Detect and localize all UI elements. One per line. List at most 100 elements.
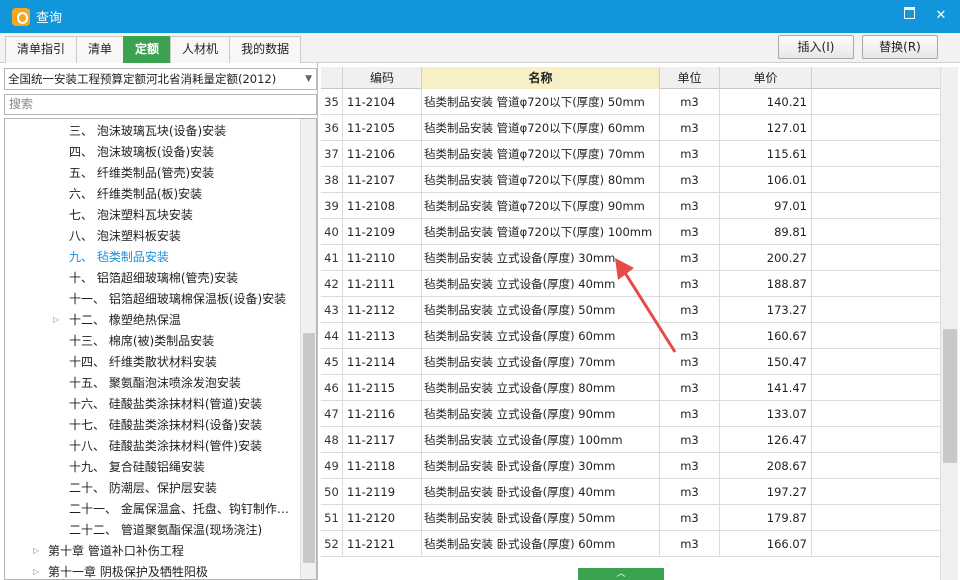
expand-arrow-icon[interactable]: ▷ <box>33 567 39 576</box>
num-cell: 37 <box>321 141 343 167</box>
table-row[interactable]: 41 11-2110 毡类制品安装 立式设备(厚度) 30mm m3 200.27 <box>321 245 940 271</box>
tree-item[interactable]: 十八、 硅酸盐类涂抹材料(管件)安装 <box>69 436 262 457</box>
table-row[interactable]: 46 11-2115 毡类制品安装 立式设备(厚度) 80mm m3 141.47 <box>321 375 940 401</box>
tree-scrollbar[interactable] <box>300 119 316 579</box>
tree-item[interactable]: 十六、 硅酸盐类涂抹材料(管道)安装 <box>69 394 262 415</box>
price-header[interactable]: 单价 <box>720 67 812 89</box>
table-scrollbar[interactable] <box>940 67 958 580</box>
unit-cell: m3 <box>660 271 720 297</box>
tree-item[interactable]: 十、 铝箔超细玻璃棉(管壳)安装 <box>69 268 238 289</box>
tree-scroll-thumb[interactable] <box>303 333 315 563</box>
unit-cell: m3 <box>660 115 720 141</box>
table-row[interactable]: 42 11-2111 毡类制品安装 立式设备(厚度) 40mm m3 188.87 <box>321 271 940 297</box>
tree-item[interactable]: 十一、 铝箔超细玻璃棉保温板(设备)安装 <box>69 289 286 310</box>
tree-item[interactable]: 二十、 防潮层、保护层安装 <box>69 478 217 499</box>
tree-item[interactable]: 十三、 棉席(被)类制品安装 <box>69 331 214 352</box>
table-row[interactable]: 35 11-2104 毡类制品安装 管道φ720以下(厚度) 50mm m3 140.2… <box>321 89 940 115</box>
code-cell: 11-2113 <box>343 323 422 349</box>
num-cell: 52 <box>321 531 343 557</box>
expand-arrow-icon[interactable]: ▷ <box>33 546 39 555</box>
tree-item[interactable]: 十七、 硅酸盐类涂抹材料(设备)安装 <box>69 415 262 436</box>
name-cell: 毡类制品安装 管道φ720以下(厚度) 80mm <box>422 167 660 193</box>
name-cell: 毡类制品安装 立式设备(厚度) 70mm <box>422 349 660 375</box>
table-row[interactable]: 45 11-2114 毡类制品安装 立式设备(厚度) 70mm m3 150.47 <box>321 349 940 375</box>
num-cell: 45 <box>321 349 343 375</box>
tree-item[interactable]: 二十一、 金属保温盒、托盘、钩钉制作… <box>69 499 289 520</box>
standard-select[interactable]: 全国统一安装工程预算定额河北省消耗量定额(2012) ▼ <box>4 68 317 90</box>
tree-item[interactable]: 十九、 复合硅酸铝绳安装 <box>69 457 205 478</box>
table-row[interactable]: 51 11-2120 毡类制品安装 卧式设备(厚度) 50mm m3 179.87 <box>321 505 940 531</box>
price-cell: 179.87 <box>720 505 812 531</box>
replace-button[interactable]: 替换(R) <box>862 35 938 59</box>
num-cell: 42 <box>321 271 343 297</box>
code-cell: 11-2104 <box>343 89 422 115</box>
table-row[interactable]: 38 11-2107 毡类制品安装 管道φ720以下(厚度) 80mm m3 106.0… <box>321 167 940 193</box>
num-cell: 36 <box>321 115 343 141</box>
num-cell: 44 <box>321 323 343 349</box>
price-cell: 160.67 <box>720 323 812 349</box>
tree-item[interactable]: 九、 毡类制品安装 <box>69 247 169 268</box>
row-num-header <box>321 67 343 89</box>
tab-4[interactable]: 我的数据 <box>229 36 302 63</box>
tree-item[interactable]: 七、 泡沫塑料瓦块安装 <box>69 205 193 226</box>
num-cell: 47 <box>321 401 343 427</box>
tree-item[interactable]: 十二、 橡塑绝热保温 <box>69 310 181 331</box>
tree-item[interactable]: 六、 纤维类制品(板)安装 <box>69 184 202 205</box>
code-cell: 11-2106 <box>343 141 422 167</box>
table-row[interactable]: 37 11-2106 毡类制品安装 管道φ720以下(厚度) 70mm m3 115.6… <box>321 141 940 167</box>
price-cell: 166.07 <box>720 531 812 557</box>
unit-header[interactable]: 单位 <box>660 67 720 89</box>
insert-button[interactable]: 插入(I) <box>778 35 854 59</box>
table-row[interactable]: 48 11-2117 毡类制品安装 立式设备(厚度) 100mm m3 126.47 <box>321 427 940 453</box>
tree-item[interactable]: 五、 纤维类制品(管壳)安装 <box>69 163 214 184</box>
table-row[interactable]: 36 11-2105 毡类制品安装 管道φ720以下(厚度) 60mm m3 127.0… <box>321 115 940 141</box>
num-cell: 41 <box>321 245 343 271</box>
tab-3[interactable]: 人材机 <box>170 36 231 63</box>
num-cell: 49 <box>321 453 343 479</box>
table-header: 编码 名称 单位 单价 <box>321 67 940 89</box>
unit-cell: m3 <box>660 219 720 245</box>
tree-item[interactable]: 十五、 聚氨酯泡沫喷涂发泡安装 <box>69 373 241 394</box>
price-cell: 89.81 <box>720 219 812 245</box>
table-row[interactable]: 47 11-2116 毡类制品安装 立式设备(厚度) 90mm m3 133.07 <box>321 401 940 427</box>
table-row[interactable]: 50 11-2119 毡类制品安装 卧式设备(厚度) 40mm m3 197.27 <box>321 479 940 505</box>
table-row[interactable]: 43 11-2112 毡类制品安装 立式设备(厚度) 50mm m3 173.27 <box>321 297 940 323</box>
table-row[interactable]: 52 11-2121 毡类制品安装 卧式设备(厚度) 60mm m3 166.07 <box>321 531 940 557</box>
unit-cell: m3 <box>660 349 720 375</box>
tree-item[interactable]: 第十一章 阴极保护及牺牲阳极 <box>48 562 208 579</box>
code-cell: 11-2119 <box>343 479 422 505</box>
search-input[interactable]: 搜索 <box>4 94 317 115</box>
tab-2[interactable]: 定额 <box>123 36 172 63</box>
unit-cell: m3 <box>660 375 720 401</box>
code-cell: 11-2114 <box>343 349 422 375</box>
table-row[interactable]: 44 11-2113 毡类制品安装 立式设备(厚度) 60mm m3 160.67 <box>321 323 940 349</box>
name-cell: 毡类制品安装 卧式设备(厚度) 50mm <box>422 505 660 531</box>
code-cell: 11-2111 <box>343 271 422 297</box>
tab-1[interactable]: 清单 <box>76 36 125 63</box>
price-cell: 126.47 <box>720 427 812 453</box>
name-cell: 毡类制品安装 卧式设备(厚度) 30mm <box>422 453 660 479</box>
tree-item[interactable]: 第十章 管道补口补伤工程 <box>48 541 184 562</box>
maximize-icon[interactable] <box>900 7 918 25</box>
table-row[interactable]: 40 11-2109 毡类制品安装 管道φ720以下(厚度) 100mm m3 89.8… <box>321 219 940 245</box>
table-scroll-thumb[interactable] <box>943 329 957 463</box>
tree-item[interactable]: 三、 泡沫玻璃瓦块(设备)安装 <box>69 121 226 142</box>
close-icon[interactable]: ✕ <box>932 7 950 25</box>
price-cell: 106.01 <box>720 167 812 193</box>
tree-item[interactable]: 十四、 纤维类散状材料安装 <box>69 352 217 373</box>
tree-item[interactable]: 四、 泡沫玻璃板(设备)安装 <box>69 142 214 163</box>
expand-arrow-icon[interactable]: ▷ <box>53 315 59 324</box>
name-cell: 毡类制品安装 管道φ720以下(厚度) 60mm <box>422 115 660 141</box>
price-cell: 97.01 <box>720 193 812 219</box>
table-row[interactable]: 49 11-2118 毡类制品安装 卧式设备(厚度) 30mm m3 208.67 <box>321 453 940 479</box>
unit-cell: m3 <box>660 245 720 271</box>
name-header[interactable]: 名称 <box>422 67 660 89</box>
chapter-tree: 三、 泡沫玻璃瓦块(设备)安装 四、 泡沫玻璃板(设备)安装 五、 纤维类制品(管壳… <box>4 118 317 580</box>
price-cell: 208.67 <box>720 453 812 479</box>
tree-item[interactable]: 八、 泡沫塑料板安装 <box>69 226 181 247</box>
tab-0[interactable]: 清单指引 <box>5 36 78 63</box>
table-row[interactable]: 39 11-2108 毡类制品安装 管道φ720以下(厚度) 90mm m3 97.01 <box>321 193 940 219</box>
tree-item[interactable]: 二十二、 管道聚氨酯保温(现场浇注) <box>69 520 262 541</box>
code-header[interactable]: 编码 <box>343 67 422 89</box>
collapse-handle[interactable]: ︿ <box>578 568 664 580</box>
